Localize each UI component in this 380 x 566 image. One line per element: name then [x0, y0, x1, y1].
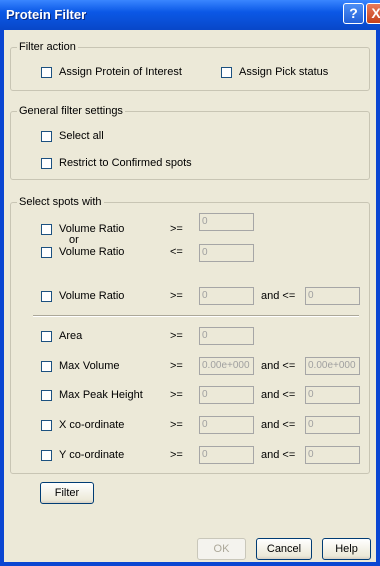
max-volume-min-input[interactable]: 0.00e+000	[199, 357, 254, 375]
and-le-label: and <=	[261, 419, 296, 431]
operator-label: >=	[170, 290, 183, 302]
general-settings-group: General filter settings Select all Restr…	[10, 105, 370, 180]
max-volume-label: Max Volume	[59, 360, 120, 372]
cancel-button[interactable]: Cancel	[256, 538, 312, 560]
and-le-label: and <=	[261, 389, 296, 401]
max-volume-checkbox[interactable]: Max Volume	[41, 360, 120, 372]
checkbox-box[interactable]	[41, 449, 52, 461]
volume-ratio-min-input[interactable]: 0	[199, 213, 254, 231]
volume-ratio-label: Volume Ratio	[59, 246, 125, 258]
checkbox-box[interactable]	[41, 66, 52, 78]
and-le-label: and <=	[261, 449, 296, 461]
operator-label: >=	[170, 330, 183, 342]
operator-label: >=	[170, 223, 183, 235]
x-coordinate-checkbox[interactable]: X co-ordinate	[41, 419, 124, 431]
y-coordinate-max-input[interactable]: 0	[305, 446, 360, 464]
filter-button[interactable]: Filter	[40, 482, 94, 504]
dialog-client-area: Filter action Assign Protein of Interest…	[4, 30, 376, 562]
assign-protein-of-interest-checkbox[interactable]: Assign Protein of Interest	[41, 66, 182, 78]
max-peak-height-max-input[interactable]: 0	[305, 386, 360, 404]
area-min-input[interactable]: 0	[199, 327, 254, 345]
general-settings-legend: General filter settings	[17, 105, 125, 118]
checkbox-box[interactable]	[41, 223, 52, 235]
select-all-label: Select all	[59, 130, 104, 142]
checkbox-box[interactable]	[41, 157, 52, 169]
y-coordinate-min-input[interactable]: 0	[199, 446, 254, 464]
checkbox-box[interactable]	[41, 330, 52, 342]
checkbox-box[interactable]	[41, 246, 52, 258]
checkbox-box[interactable]	[41, 290, 52, 302]
select-spots-group: Select spots with Volume Ratio >= 0 or V…	[10, 196, 370, 474]
max-peak-height-label: Max Peak Height	[59, 389, 143, 401]
volume-ratio-label: Volume Ratio	[59, 290, 125, 302]
close-button[interactable]: X	[366, 3, 380, 24]
area-label: Area	[59, 330, 83, 342]
assign-pick-status-checkbox[interactable]: Assign Pick status	[221, 66, 328, 78]
assign-protein-of-interest-label: Assign Protein of Interest	[59, 66, 182, 78]
max-peak-height-min-input[interactable]: 0	[199, 386, 254, 404]
checkbox-box[interactable]	[41, 389, 52, 401]
operator-label: <=	[170, 246, 183, 258]
operator-label: >=	[170, 419, 183, 431]
volume-ratio-range-min-input[interactable]: 0	[199, 287, 254, 305]
volume-ratio-range-checkbox[interactable]: Volume Ratio	[41, 290, 124, 302]
volume-ratio-max-checkbox[interactable]: Volume Ratio	[41, 246, 124, 258]
select-all-checkbox[interactable]: Select all	[41, 130, 104, 142]
restrict-confirmed-checkbox[interactable]: Restrict to Confirmed spots	[41, 157, 192, 169]
select-spots-legend: Select spots with	[17, 196, 104, 209]
window-title: Protein Filter	[6, 7, 87, 22]
and-le-label: and <=	[261, 360, 296, 372]
checkbox-box[interactable]	[221, 66, 232, 78]
max-volume-max-input[interactable]: 0.00e+000	[305, 357, 360, 375]
operator-label: >=	[170, 389, 183, 401]
y-coordinate-label: Y co-ordinate	[59, 449, 125, 461]
protein-filter-dialog: Protein Filter ? X Filter action Assign …	[0, 0, 380, 566]
x-coordinate-label: X co-ordinate	[59, 419, 125, 431]
volume-ratio-min-checkbox[interactable]: Volume Ratio	[41, 223, 124, 235]
filter-action-legend: Filter action	[17, 41, 78, 54]
separator	[33, 315, 359, 317]
volume-ratio-range-max-input[interactable]: 0	[305, 287, 360, 305]
operator-label: >=	[170, 449, 183, 461]
restrict-confirmed-label: Restrict to Confirmed spots	[59, 157, 192, 169]
help-title-button[interactable]: ?	[343, 3, 364, 24]
filter-action-group: Filter action Assign Protein of Interest…	[10, 41, 370, 91]
x-coordinate-max-input[interactable]: 0	[305, 416, 360, 434]
assign-pick-status-label: Assign Pick status	[239, 66, 329, 78]
max-peak-height-checkbox[interactable]: Max Peak Height	[41, 389, 143, 401]
area-checkbox[interactable]: Area	[41, 330, 82, 342]
operator-label: >=	[170, 360, 183, 372]
and-le-label: and <=	[261, 290, 296, 302]
ok-button[interactable]: OK	[197, 538, 246, 560]
checkbox-box[interactable]	[41, 360, 52, 372]
x-coordinate-min-input[interactable]: 0	[199, 416, 254, 434]
checkbox-box[interactable]	[41, 419, 52, 431]
checkbox-box[interactable]	[41, 130, 52, 142]
title-bar[interactable]: Protein Filter ? X	[0, 0, 380, 30]
help-button[interactable]: Help	[322, 538, 371, 560]
volume-ratio-max-input[interactable]: 0	[199, 244, 254, 262]
y-coordinate-checkbox[interactable]: Y co-ordinate	[41, 449, 124, 461]
